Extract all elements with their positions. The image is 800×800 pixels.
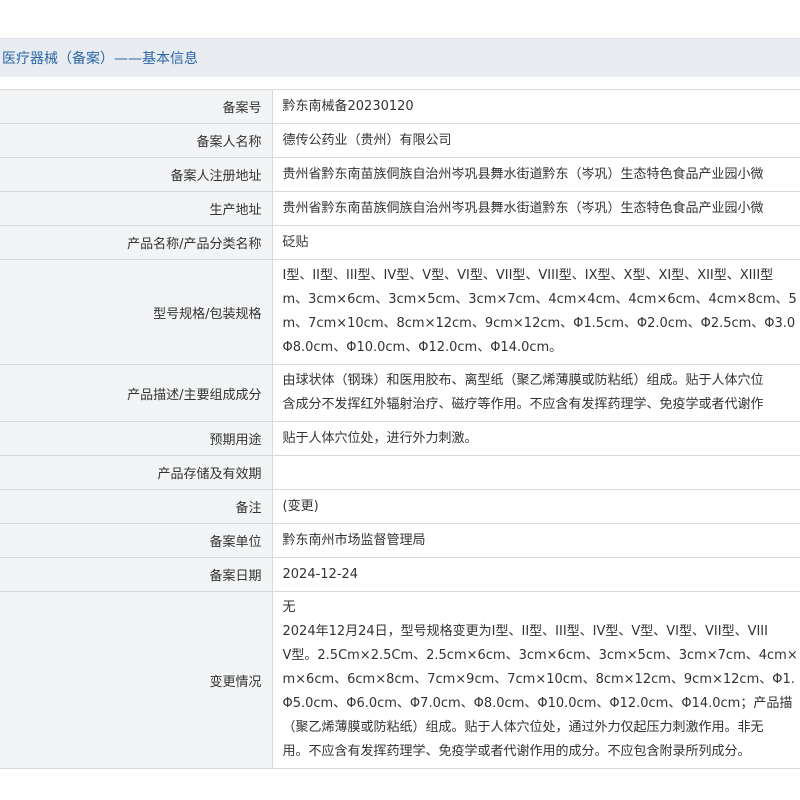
value-line: （聚乙烯薄膜或防粘纸）组成。贴于人体穴位处，通过外力仅起压力刺激作用。非无 — [282, 720, 764, 735]
value-line: (变更) — [282, 499, 319, 514]
field-value: 由球状体（钢珠）和医用胶布、离型纸（聚乙烯薄膜或防粘纸）组成。贴于人体穴位 含成分… — [272, 364, 800, 422]
field-label: 生产地址 — [0, 191, 273, 226]
section-header: 医疗器械（备案）——基本信息 — [0, 38, 800, 77]
info-table: 备案号 黔东南械备20230120 备案人名称 德传公药业（贵州）有限公司 备案人注册地… — [0, 89, 800, 769]
row-registrant-name: 备案人名称 德传公药业（贵州）有限公司 — [0, 123, 800, 158]
value-line: 2024年12月24日，型号规格变更为I型、II型、III型、IV型、V型、VI… — [282, 624, 768, 639]
value-line: 无 — [282, 600, 296, 615]
field-label: 产品名称/产品分类名称 — [0, 225, 273, 260]
value-line: I型、II型、III型、IV型、V型、VI型、VII型、VIII型、IX型、X型… — [282, 268, 774, 283]
row-production-address: 生产地址 贵州省黔东南苗族侗族自治州岑巩县舞水街道黔东（岑巩）生态特色食品产业园小… — [0, 191, 800, 226]
field-label: 备案日期 — [0, 557, 273, 592]
field-value: 德传公药业（贵州）有限公司 — [272, 123, 800, 158]
row-product-name: 产品名称/产品分类名称 砭贴 — [0, 225, 800, 260]
field-label: 备案号 — [0, 89, 273, 124]
field-value: 贵州省黔东南苗族侗族自治州岑巩县舞水街道黔东（岑巩）生态特色食品产业园小微 — [272, 157, 800, 192]
field-value: (变更) — [272, 489, 800, 524]
value-line: 含成分不发挥红外辐射治疗、磁疗等作用。不应含有发挥药理学、免疫学或者代谢作 — [282, 397, 764, 412]
row-registrant-address: 备案人注册地址 贵州省黔东南苗族侗族自治州岑巩县舞水街道黔东（岑巩）生态特色食品产… — [0, 157, 800, 192]
value-line: 2024-12-24 — [282, 567, 359, 582]
field-label: 产品描述/主要组成成分 — [0, 364, 273, 422]
value-line: Φ8.0cm、Φ10.0cm、Φ12.0cm、Φ14.0cm。 — [282, 340, 563, 355]
field-label: 备案单位 — [0, 523, 273, 558]
value-line: Φ5.0cm、Φ6.0cm、Φ7.0cm、Φ8.0cm、Φ10.0cm、Φ12.… — [282, 696, 793, 711]
value-line: m、3cm×6cm、3cm×5cm、3cm×7cm、4cm×4cm、4cm×6c… — [282, 292, 797, 307]
field-value: 黔东南州市场监督管理局 — [272, 523, 800, 558]
field-value: 黔东南械备20230120 — [272, 89, 800, 124]
row-model-spec: 型号规格/包装规格 I型、II型、III型、IV型、V型、VI型、VII型、VII… — [0, 259, 800, 365]
value-line: 砭贴 — [282, 235, 309, 250]
row-change-history: 变更情况无 2024年12月24日，型号规格变更为I型、II型、III型、IV型、… — [0, 591, 800, 769]
value-line: 德传公药业（贵州）有限公司 — [282, 133, 452, 148]
section-title: 医疗器械（备案）——基本信息 — [2, 51, 198, 67]
row-remarks: 备注 (变更) — [0, 489, 800, 524]
row-product-description: 产品描述/主要组成成分 由球状体（钢珠）和医用胶布、离型纸（聚乙烯薄膜或防粘纸）组… — [0, 364, 800, 422]
value-line: m、7cm×10cm、8cm×12cm、9cm×12cm、Φ1.5cm、Φ2.0… — [282, 316, 796, 331]
field-value: 无 2024年12月24日，型号规格变更为I型、II型、III型、IV型、V型、V… — [272, 591, 800, 769]
value-line: 贵州省黔东南苗族侗族自治州岑巩县舞水街道黔东（岑巩）生态特色食品产业园小微 — [282, 167, 764, 182]
value-line: m×6cm、6cm×8cm、7cm×9cm、7cm×10cm、8cm×12cm、… — [282, 672, 795, 687]
row-record-number: 备案号 黔东南械备20230120 — [0, 89, 800, 124]
info-table-wrapper: 备案号 黔东南械备20230120 备案人名称 德传公药业（贵州）有限公司 备案人注册地… — [0, 89, 800, 769]
field-label: 产品存储及有效期 — [0, 455, 273, 490]
value-line: 贵州省黔东南苗族侗族自治州岑巩县舞水街道黔东（岑巩）生态特色食品产业园小微 — [282, 201, 764, 216]
field-label: 备案人名称 — [0, 123, 273, 158]
field-value: 贴于人体穴位处，进行外力刺激。 — [272, 421, 800, 456]
field-value: 贵州省黔东南苗族侗族自治州岑巩县舞水街道黔东（岑巩）生态特色食品产业园小微 — [272, 191, 800, 226]
value-line: 贴于人体穴位处，进行外力刺激。 — [282, 431, 478, 446]
row-filing-date: 备案日期 2024-12-24 — [0, 557, 800, 592]
value-line: 用。不应含有发挥药理学、免疫学或者代谢作用的成分。不应包含附录所列成分。 — [282, 744, 751, 759]
field-value: 砭贴 — [272, 225, 800, 260]
row-filing-unit: 备案单位 黔东南州市场监督管理局 — [0, 523, 800, 558]
row-storage-validity: 产品存储及有效期 — [0, 455, 800, 490]
field-label: 预期用途 — [0, 421, 273, 456]
value-line: V型。2.5Cm×2.5Cm、2.5cm×6cm、3cm×6cm、3cm×5cm… — [282, 648, 798, 663]
field-label: 备注 — [0, 489, 273, 524]
value-line: 由球状体（钢珠）和医用胶布、离型纸（聚乙烯薄膜或防粘纸）组成。贴于人体穴位 — [282, 373, 764, 388]
row-intended-use: 预期用途 贴于人体穴位处，进行外力刺激。 — [0, 421, 800, 456]
field-label: 备案人注册地址 — [0, 157, 273, 192]
field-value: 2024-12-24 — [272, 557, 800, 592]
field-label: 型号规格/包装规格 — [0, 259, 273, 365]
value-line: 黔东南州市场监督管理局 — [282, 533, 426, 548]
field-value — [272, 455, 800, 490]
value-line: 黔东南械备20230120 — [282, 99, 414, 114]
field-label: 变更情况 — [0, 591, 273, 769]
field-value: I型、II型、III型、IV型、V型、VI型、VII型、VIII型、IX型、X型… — [272, 259, 800, 365]
